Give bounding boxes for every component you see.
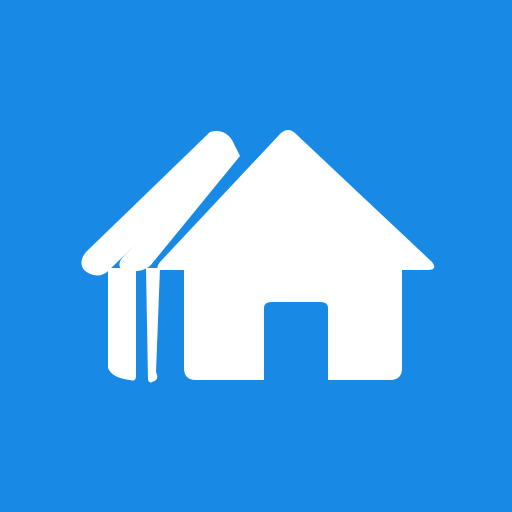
back-house-wall-outer bbox=[108, 268, 136, 381]
houses-icon bbox=[81, 130, 435, 383]
app-icon-tile[interactable] bbox=[0, 0, 512, 512]
back-house-wall-inner bbox=[146, 268, 160, 383]
